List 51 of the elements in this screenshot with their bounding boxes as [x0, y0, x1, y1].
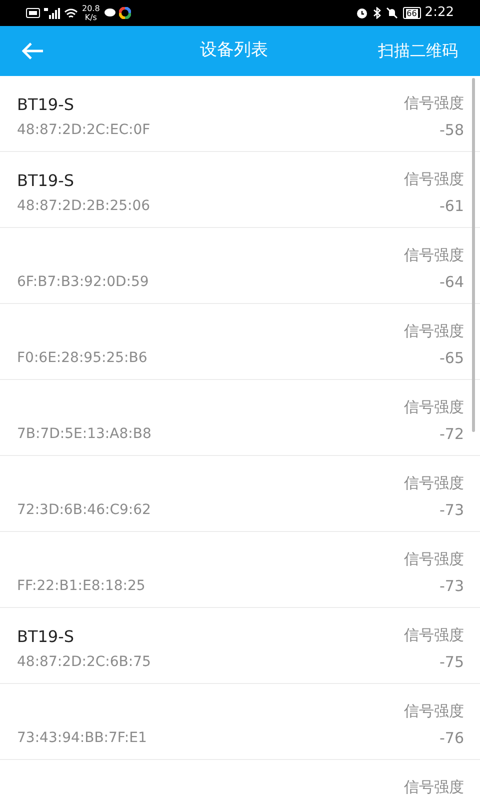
signal-strength: -61: [440, 196, 464, 216]
signal-label: 信号强度: [404, 245, 464, 266]
device-name: BT19-S: [17, 626, 76, 648]
signal-strength: -75: [440, 652, 464, 672]
muted-bell-icon: [386, 7, 398, 19]
device-row[interactable]: 73:43:94:BB:7F:E1 信号强度 -76: [0, 684, 480, 760]
hd-icon: [26, 8, 40, 18]
signal-label: 信号强度: [404, 549, 464, 570]
back-arrow-icon: [22, 42, 44, 60]
clock-time: 2:22: [424, 4, 454, 22]
mac-address: F0:6E:28:95:25:B6: [17, 349, 148, 368]
device-row[interactable]: BT19-S 48:87:2D:2C:6B:75 信号强度 -75: [0, 608, 480, 684]
signal-label: 信号强度: [404, 777, 464, 798]
mac-address: 7B:7D:5E:13:A8:B8: [17, 425, 152, 444]
alarm-icon: [356, 7, 368, 19]
network-speed: 20.8: [82, 4, 100, 13]
device-name: BT19-S: [17, 94, 76, 116]
signal-strength: -65: [440, 348, 464, 368]
signal-icon: [44, 8, 60, 18]
signal-strength: -72: [440, 424, 464, 444]
device-row[interactable]: 信号强度: [0, 760, 480, 800]
signal-label: 信号强度: [404, 93, 464, 114]
bluetooth-icon: [372, 7, 381, 19]
colorful-ring-icon: [118, 7, 131, 19]
signal-label: 信号强度: [404, 473, 464, 494]
scan-qr-button[interactable]: 扫描二维码: [378, 39, 458, 63]
wifi-icon: [64, 8, 78, 18]
mac-address: FF:22:B1:E8:18:25: [17, 577, 146, 596]
signal-label: 信号强度: [404, 321, 464, 342]
signal-strength: -76: [440, 728, 464, 748]
signal-strength: -73: [440, 500, 464, 520]
device-row[interactable]: 72:3D:6B:46:C9:62 信号强度 -73: [0, 456, 480, 532]
device-name: BT19-S: [17, 170, 76, 192]
signal-label: 信号强度: [404, 625, 464, 646]
signal-label: 信号强度: [404, 701, 464, 722]
mac-address: 73:43:94:BB:7F:E1: [17, 729, 148, 748]
mac-address: 6F:B7:B3:92:0D:59: [17, 273, 150, 292]
signal-strength: -73: [440, 576, 464, 596]
screen-title: 设备列表: [200, 39, 268, 62]
signal-strength: -58: [440, 120, 464, 140]
signal-label: 信号强度: [404, 169, 464, 190]
network-speed-unit: K/s: [84, 13, 97, 22]
mac-address: 48:87:2D:2C:EC:0F: [17, 121, 152, 140]
signal-strength: -64: [440, 272, 464, 292]
signal-label: 信号强度: [404, 397, 464, 418]
device-row[interactable]: FF:22:B1:E8:18:25 信号强度 -73: [0, 532, 480, 608]
battery-indicator: 66: [402, 7, 421, 19]
mac-address: 72:3D:6B:46:C9:62: [17, 501, 152, 520]
mac-address: 48:87:2D:2C:6B:75: [17, 653, 152, 672]
chat-bubble-icon: [104, 8, 116, 18]
mac-address: 48:87:2D:2B:25:06: [17, 197, 152, 216]
